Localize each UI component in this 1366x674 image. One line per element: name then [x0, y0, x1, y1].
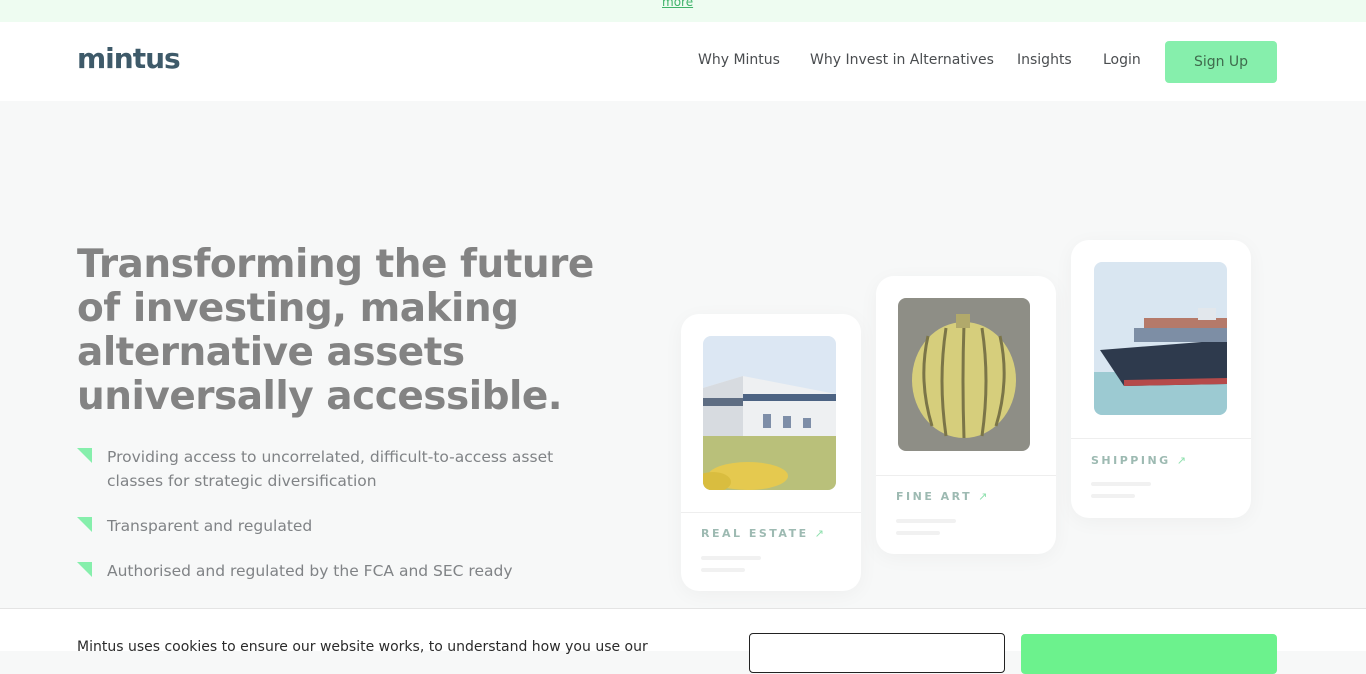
placeholder-bar	[896, 531, 940, 535]
placeholder-bar	[701, 556, 761, 560]
banner-more-link[interactable]: more	[662, 0, 693, 9]
asset-card-shipping[interactable]: SHIPPING ↗	[1071, 240, 1251, 518]
card-label: FINE ART ↗	[896, 490, 987, 503]
trend-up-icon: ↗	[1176, 454, 1186, 467]
bullet-text: Providing access to uncorrelated, diffic…	[107, 448, 554, 490]
top-banner: more	[0, 0, 1366, 22]
bullet-marker-icon	[77, 448, 92, 463]
bullet-marker-icon	[77, 517, 92, 532]
bullet-item: Authorised and regulated by the FCA and …	[77, 559, 577, 583]
bullet-marker-icon	[77, 562, 92, 577]
card-divider	[876, 475, 1056, 476]
bullet-text: Authorised and regulated by the FCA and …	[107, 562, 513, 580]
cookie-settings-button[interactable]	[749, 633, 1005, 673]
nav-login[interactable]: Login	[1103, 52, 1141, 68]
bullet-item: Transparent and regulated	[77, 514, 577, 538]
card-label-text: FINE ART	[896, 490, 973, 503]
pumpkin-artwork-image	[898, 298, 1030, 451]
sign-up-button[interactable]: Sign Up	[1165, 41, 1277, 83]
cookie-accept-button[interactable]	[1021, 634, 1277, 674]
placeholder-bar	[896, 519, 956, 523]
placeholder-bar	[701, 568, 745, 572]
cargo-ship-image	[1094, 262, 1227, 415]
card-divider	[1071, 438, 1251, 439]
mintus-logo[interactable]: mintus	[77, 42, 181, 75]
card-label-text: SHIPPING	[1091, 454, 1171, 467]
asset-card-real-estate[interactable]: REAL ESTATE ↗	[681, 314, 861, 591]
trend-up-icon: ↗	[814, 527, 824, 540]
card-label: SHIPPING ↗	[1091, 454, 1186, 467]
cookie-text: Mintus uses cookies to ensure our websit…	[77, 639, 648, 655]
nav-why-invest[interactable]: Why Invest in Alternatives	[810, 52, 994, 68]
warehouse-image	[703, 336, 836, 490]
asset-card-fine-art[interactable]: FINE ART ↗	[876, 276, 1056, 554]
placeholder-bar	[1091, 494, 1135, 498]
site-header: mintus Why Mintus Why Invest in Alternat…	[0, 22, 1366, 101]
bullet-item: Providing access to uncorrelated, diffic…	[77, 445, 577, 493]
card-label: REAL ESTATE ↗	[701, 527, 824, 540]
card-divider	[681, 512, 861, 513]
cookie-banner: Mintus uses cookies to ensure our websit…	[0, 608, 1366, 674]
placeholder-bar	[1091, 482, 1151, 486]
trend-up-icon: ↗	[978, 490, 988, 503]
logo-text: mintus	[77, 42, 181, 75]
nav-why-mintus[interactable]: Why Mintus	[698, 52, 780, 68]
card-label-text: REAL ESTATE	[701, 527, 809, 540]
nav-insights[interactable]: Insights	[1017, 52, 1072, 68]
hero-title: Transforming the future of investing, ma…	[77, 242, 594, 419]
bullet-text: Transparent and regulated	[107, 517, 313, 535]
